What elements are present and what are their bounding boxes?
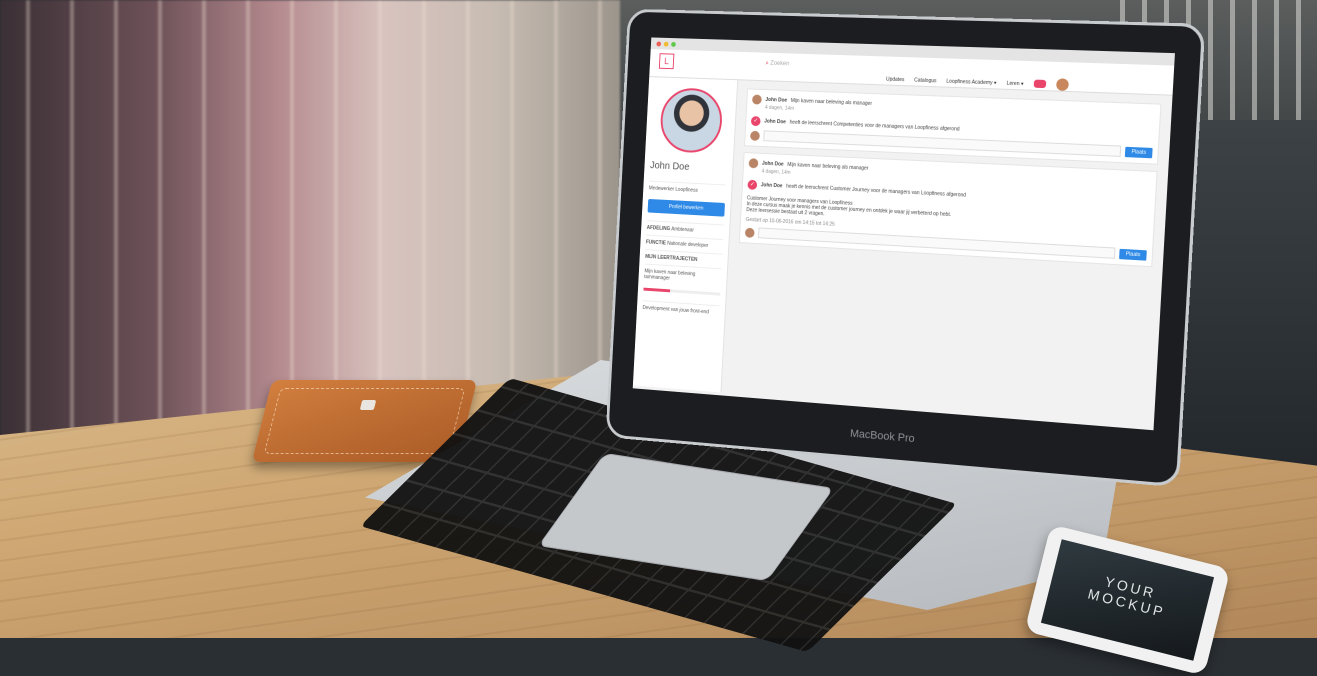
post-comment-button[interactable]: Plaats [1124, 146, 1153, 158]
search-icon: ⌕ [765, 60, 769, 67]
wallet-clip [359, 400, 377, 410]
nav-updates[interactable]: Updates [886, 77, 905, 84]
row-value: Nationale developer [666, 240, 709, 249]
post-author[interactable]: John Doe [762, 161, 784, 168]
sidebar-footer-text: Development van jouw front-end [642, 300, 720, 320]
course-progress-bar [643, 287, 721, 296]
laptop-screen: L ⌕ Zoeken Updates Catalogus Loopfiness … [632, 37, 1175, 431]
commenter-avatar [750, 130, 760, 141]
maximize-dot-icon[interactable] [671, 41, 676, 47]
user-avatar-icon[interactable] [1055, 78, 1069, 91]
main-nav: Updates Catalogus Loopfiness Academy ▾ L… [886, 77, 1024, 88]
thumbs-up-icon: ✓ [750, 116, 761, 127]
row-label: FUNCTIE [645, 239, 666, 247]
feed-post: John Doe Mijn kaven naar beleving als ma… [744, 88, 1162, 165]
profile-photo [658, 87, 724, 154]
app-body: John Doe Medewerker Loopfiness Profiel b… [632, 77, 1173, 427]
notification-bell-icon[interactable] [1033, 79, 1047, 89]
body-text: heeft de leerschrent Customer Journey vo… [786, 183, 967, 199]
app-logo-icon[interactable]: L [658, 53, 675, 70]
row-value: Ambtenaar [671, 226, 694, 234]
body-text: heeft de leerschrent Competenties voor d… [789, 119, 960, 133]
commenter-avatar [744, 227, 755, 238]
feed-post: John Doe Mijn kaven naar beleving als ma… [738, 152, 1158, 268]
nav-leren[interactable]: Leren ▾ [1006, 81, 1023, 88]
body-author: John Doe [760, 182, 783, 190]
course-progress-fill [643, 287, 671, 293]
nav-catalogus[interactable]: Catalogus [914, 77, 937, 84]
profile-sidebar: John Doe Medewerker Loopfiness Profiel b… [632, 77, 739, 393]
minimize-dot-icon[interactable] [663, 41, 669, 47]
phone-screen: YOUR MOCKUP [1040, 539, 1215, 661]
nav-academy[interactable]: Loopfiness Academy ▾ [946, 79, 996, 87]
body-author: John Doe [764, 118, 787, 126]
profile-name: John Doe [649, 160, 690, 173]
close-dot-icon[interactable] [656, 41, 662, 46]
row-label: AFDELING [646, 224, 671, 233]
post-author[interactable]: John Doe [765, 97, 787, 104]
course-link[interactable]: Mijn kaven naar beleving tammanager [643, 263, 722, 289]
search-placeholder: Zoeken [770, 60, 790, 68]
post-comment-button[interactable]: Plaats [1119, 248, 1147, 261]
activity-feed: John Doe Mijn kaven naar beleving als ma… [721, 80, 1172, 427]
laptop-lid: L ⌕ Zoeken Updates Catalogus Loopfiness … [605, 8, 1206, 488]
profile-company: Medewerker Loopfiness [648, 180, 727, 200]
edit-profile-button[interactable]: Profiel bewerken [647, 198, 726, 217]
author-avatar [748, 158, 759, 169]
author-avatar [751, 94, 762, 105]
thumbs-up-icon: ✓ [747, 179, 758, 190]
search-input[interactable]: ⌕ Zoeken [765, 61, 789, 69]
